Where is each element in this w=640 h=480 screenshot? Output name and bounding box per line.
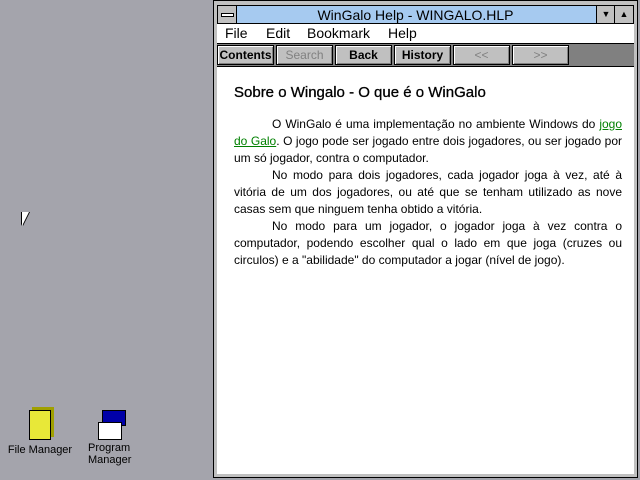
window-title: WinGalo Help - WINGALO.HLP bbox=[317, 7, 514, 23]
minimize-button[interactable]: ▼ bbox=[596, 6, 615, 23]
search-button[interactable]: Search bbox=[276, 45, 333, 65]
system-menu-button[interactable] bbox=[218, 6, 237, 23]
title-bar[interactable]: WinGalo Help - WINGALO.HLP ▼ ▲ bbox=[217, 5, 634, 24]
browse-forward-button[interactable]: >> bbox=[512, 45, 569, 65]
menu-help[interactable]: Help bbox=[388, 25, 417, 41]
button-bar: Contents Search Back History << >> bbox=[217, 44, 634, 67]
file-manager-label: File Manager bbox=[7, 444, 73, 456]
history-button[interactable]: History bbox=[394, 45, 451, 65]
mouse-cursor-icon bbox=[22, 212, 29, 226]
menu-edit[interactable]: Edit bbox=[266, 25, 290, 41]
paragraph-3: No modo para um jogador, o jogador joga … bbox=[234, 219, 622, 267]
back-button[interactable]: Back bbox=[335, 45, 392, 65]
file-manager-icon[interactable]: File Manager bbox=[0, 410, 80, 456]
p1-text-a: O WinGalo é uma implementação no ambient… bbox=[272, 117, 600, 131]
maximize-button[interactable]: ▲ bbox=[614, 6, 633, 23]
menu-bar: File Edit Bookmark Help bbox=[217, 24, 634, 44]
program-manager-icon[interactable]: Program Manager bbox=[73, 410, 153, 466]
paragraph-1: O WinGalo é uma implementação no ambient… bbox=[234, 116, 622, 167]
menu-file[interactable]: File bbox=[225, 25, 248, 41]
file-cabinet-icon bbox=[29, 410, 51, 440]
topic-heading: Sobre o Wingalo - O que é o WinGalo bbox=[234, 84, 486, 101]
program-group-icon bbox=[98, 410, 128, 440]
p1-text-b: . O jogo pode ser jogado entre dois joga… bbox=[234, 134, 622, 165]
topic-content: Sobre o Wingalo - O que é o WinGalo O Wi… bbox=[217, 67, 634, 474]
menu-bookmark[interactable]: Bookmark bbox=[307, 25, 370, 41]
contents-button[interactable]: Contents bbox=[217, 45, 274, 65]
program-manager-label: Program Manager bbox=[88, 442, 132, 466]
browse-back-button[interactable]: << bbox=[453, 45, 510, 65]
help-window: WinGalo Help - WINGALO.HLP ▼ ▲ File Edit… bbox=[213, 0, 638, 478]
paragraph-2: No modo para dois jogadores, cada jogado… bbox=[234, 168, 622, 216]
